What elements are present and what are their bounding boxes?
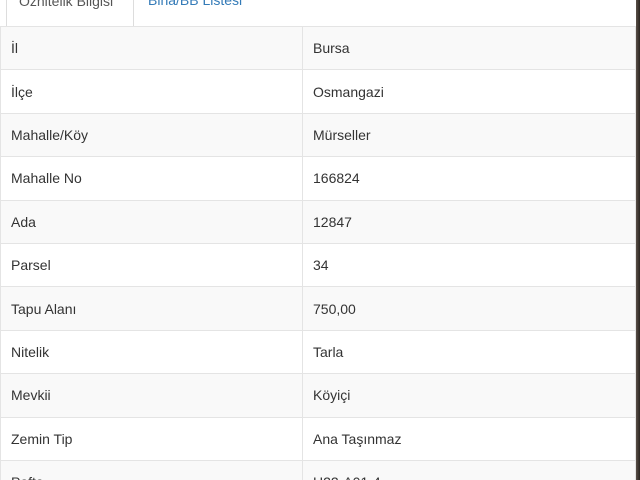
row-value-pafta: H22-A01-4 bbox=[302, 459, 636, 480]
row-value-parsel: 34 bbox=[302, 242, 636, 288]
attribute-table-container: İl Bursa İlçe Osmangazi Mahalle/Köy Mürs… bbox=[0, 25, 636, 480]
table-row: Mahalle/Köy Mürseller bbox=[0, 112, 636, 158]
row-label-tapu-alani: Tapu Alanı bbox=[0, 286, 303, 331]
row-label-parsel: Parsel bbox=[0, 242, 303, 288]
row-value-ada: 12847 bbox=[302, 199, 636, 244]
row-label-mevkii: Mevkii bbox=[0, 373, 303, 418]
row-label-nitelik: Nitelik bbox=[0, 329, 303, 375]
attribute-table: İl Bursa İlçe Osmangazi Mahalle/Köy Mürs… bbox=[0, 25, 636, 480]
tab-building-list[interactable]: Bina/BB Listesi bbox=[136, 0, 254, 26]
table-row: Zemin Tip Ana Taşınmaz bbox=[0, 416, 636, 461]
table-row: İlçe Osmangazi bbox=[0, 69, 636, 114]
row-value-zemin-tip: Ana Taşınmaz bbox=[302, 416, 636, 461]
tab-attribute-info[interactable]: Öznitelik Bilgisi bbox=[6, 0, 134, 27]
table-row: Mevkii Köyiçi bbox=[0, 373, 636, 418]
row-value-mevkii: Köyiçi bbox=[302, 373, 636, 418]
row-label-zemin-tip: Zemin Tip bbox=[0, 416, 303, 461]
row-value-mahalle-no: 166824 bbox=[302, 156, 636, 201]
row-value-tapu-alani: 750,00 bbox=[302, 286, 636, 331]
row-value-ilce: Osmangazi bbox=[302, 69, 636, 114]
parcel-info-panel: Öznitelik Bilgisi Bina/BB Listesi İl Bur… bbox=[0, 0, 640, 480]
row-label-mahalle-koy: Mahalle/Köy bbox=[0, 112, 303, 158]
table-row: Pafta H22-A01-4 bbox=[0, 459, 636, 480]
row-value-il: Bursa bbox=[302, 25, 636, 71]
row-value-mahalle-koy: Mürseller bbox=[302, 112, 636, 158]
row-label-il: İl bbox=[0, 25, 303, 71]
table-row: Tapu Alanı 750,00 bbox=[0, 286, 636, 331]
window-edge bbox=[636, 0, 640, 480]
row-label-ilce: İlçe bbox=[0, 69, 303, 114]
row-label-mahalle-no: Mahalle No bbox=[0, 156, 303, 201]
row-value-nitelik: Tarla bbox=[302, 329, 636, 375]
table-row: İl Bursa bbox=[0, 25, 636, 71]
table-row: Parsel 34 bbox=[0, 242, 636, 288]
table-row: Nitelik Tarla bbox=[0, 329, 636, 375]
table-row: Mahalle No 166824 bbox=[0, 156, 636, 201]
table-row: Ada 12847 bbox=[0, 199, 636, 244]
tab-bar: Öznitelik Bilgisi Bina/BB Listesi bbox=[0, 0, 636, 27]
row-label-ada: Ada bbox=[0, 199, 303, 244]
row-label-pafta: Pafta bbox=[0, 459, 303, 480]
